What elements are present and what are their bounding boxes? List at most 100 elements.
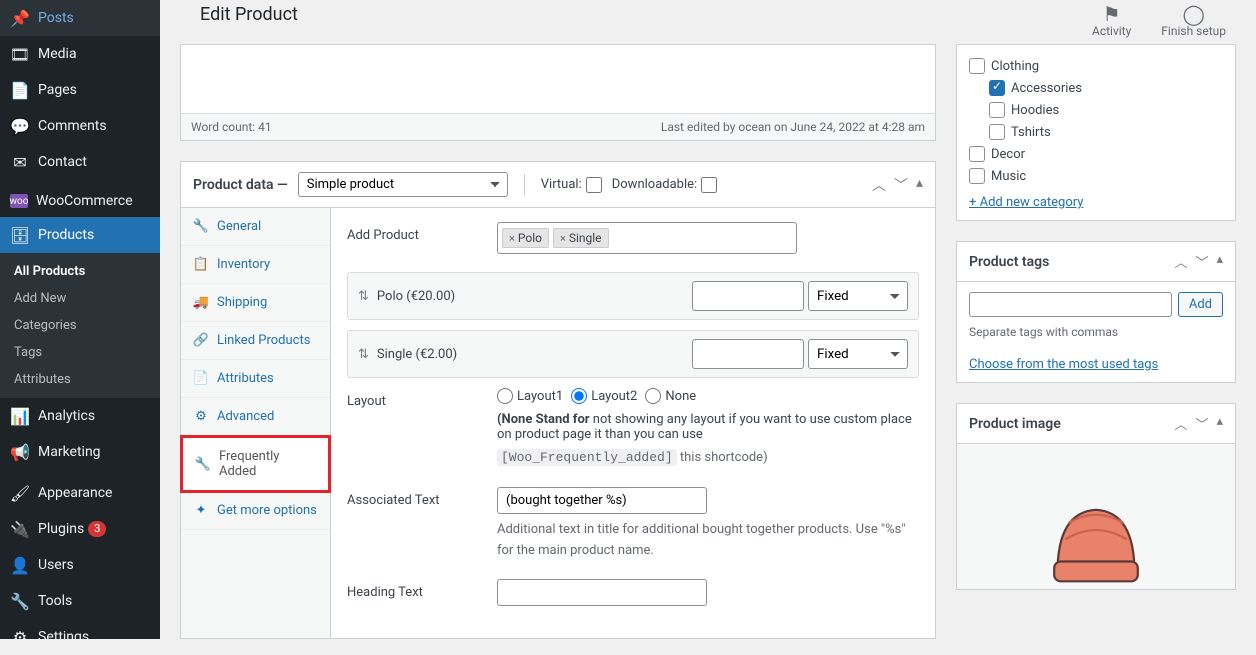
remove-token-icon[interactable]: × (560, 232, 566, 245)
circle-icon: ◯ (1161, 4, 1226, 24)
menu-products[interactable]: 🗄Products (0, 217, 160, 253)
menu-plugins[interactable]: 🔌Plugins3 (0, 511, 160, 547)
layout-option-2[interactable]: Layout2 (571, 388, 637, 404)
caret-up-icon[interactable]: ▴ (916, 175, 923, 195)
activity-button[interactable]: ⚑Activity (1092, 4, 1131, 38)
sparkle-icon: ✦ (193, 503, 209, 518)
chevron-up-icon[interactable]: ︿ (872, 175, 886, 195)
submenu-categories[interactable]: Categories (0, 312, 160, 339)
layout-radio[interactable] (645, 388, 661, 404)
price-row-value-input[interactable] (692, 339, 804, 369)
price-row-type-select[interactable]: Fixed (808, 339, 908, 369)
chevron-down-icon[interactable]: ﹀ (1195, 414, 1208, 433)
menu-media[interactable]: 🎞Media (0, 36, 160, 72)
pin-icon: 📌 (10, 8, 30, 28)
menu-marketing[interactable]: 📢Marketing (0, 434, 160, 470)
layout-radio[interactable] (497, 388, 513, 404)
menu-contact[interactable]: ✉Contact (0, 144, 160, 180)
submenu-attributes[interactable]: Attributes (0, 366, 160, 393)
add-product-input[interactable]: ×Polo ×Single (497, 222, 797, 254)
tab-shipping[interactable]: 🚚Shipping (181, 284, 330, 322)
products-submenu: All Products Add New Categories Tags Att… (0, 253, 160, 398)
product-data-header: Product data — Simple product Virtual: D… (181, 162, 935, 208)
tab-linked-products[interactable]: 🔗Linked Products (181, 322, 330, 360)
page-title: Edit Product (200, 4, 298, 25)
virtual-toggle[interactable]: Virtual: (541, 177, 602, 193)
menu-woocommerce[interactable]: wooWooCommerce (0, 185, 160, 217)
chevron-up-icon[interactable]: ︿ (1174, 252, 1187, 271)
brush-icon: 🖌 (10, 483, 30, 503)
submenu-add-new[interactable]: Add New (0, 285, 160, 312)
associated-text-input[interactable] (497, 487, 707, 514)
category-checkbox[interactable] (969, 58, 985, 74)
menu-comments[interactable]: 💬Comments (0, 108, 160, 144)
admin-sidebar: 📌Posts 🎞Media 📄Pages 💬Comments ✉Contact … (0, 0, 160, 639)
heading-text-input[interactable] (497, 579, 707, 606)
caret-up-icon[interactable]: ▴ (1216, 252, 1223, 271)
layout-option-1[interactable]: Layout1 (497, 388, 563, 404)
menu-posts[interactable]: 📌Posts (0, 0, 160, 36)
product-token[interactable]: ×Single (553, 228, 609, 248)
comment-icon: 💬 (10, 116, 30, 136)
category-checkbox[interactable] (969, 146, 985, 162)
category-checkbox[interactable] (989, 80, 1005, 96)
menu-pages[interactable]: 📄Pages (0, 72, 160, 108)
tab-general[interactable]: 🔧General (181, 208, 330, 246)
layout-option-none[interactable]: None (645, 388, 696, 404)
category-item[interactable]: Hoodies (969, 99, 1223, 121)
category-item[interactable]: Decor (969, 143, 1223, 165)
tab-attributes[interactable]: 📄Attributes (181, 360, 330, 398)
downloadable-toggle[interactable]: Downloadable: (612, 177, 717, 193)
price-row-value-input[interactable] (692, 281, 804, 311)
menu-tools[interactable]: 🔧Tools (0, 583, 160, 619)
add-category-link[interactable]: + Add new category (969, 195, 1083, 210)
archive-icon: 🗄 (10, 225, 30, 245)
category-checkbox[interactable] (989, 102, 1005, 118)
product-image-title: Product image (969, 416, 1061, 432)
chevron-down-icon[interactable]: ﹀ (1195, 252, 1208, 271)
drag-handle-icon[interactable]: ⇅ (358, 347, 369, 362)
category-checkbox[interactable] (989, 124, 1005, 140)
drag-handle-icon[interactable]: ⇅ (358, 289, 369, 304)
tag-input[interactable] (969, 292, 1172, 317)
category-checkbox[interactable] (969, 168, 985, 184)
tab-inventory[interactable]: 📋Inventory (181, 246, 330, 284)
product-image-postbox: Product image ︿ ﹀ ▴ (956, 403, 1236, 590)
product-token[interactable]: ×Polo (502, 228, 549, 248)
tab-advanced[interactable]: ⚙Advanced (181, 398, 330, 436)
menu-users[interactable]: 👤Users (0, 547, 160, 583)
remove-token-icon[interactable]: × (509, 232, 515, 245)
menu-appearance[interactable]: 🖌Appearance (0, 475, 160, 511)
category-item[interactable]: Music (969, 165, 1223, 187)
menu-settings[interactable]: ⚙Settings (0, 619, 160, 655)
layout-note: (None Stand for not showing any layout i… (497, 412, 919, 442)
category-item[interactable]: Clothing (969, 55, 1223, 77)
choose-tags-link[interactable]: Choose from the most used tags (969, 357, 1223, 372)
virtual-checkbox[interactable] (586, 177, 602, 193)
chevron-down-icon[interactable]: ﹀ (894, 175, 908, 195)
add-tag-button[interactable]: Add (1178, 292, 1223, 317)
category-item[interactable]: Accessories (969, 77, 1223, 99)
menu-label: Contact (38, 154, 87, 170)
downloadable-checkbox[interactable] (701, 177, 717, 193)
layout-radio[interactable] (571, 388, 587, 404)
editor-footer: Word count: 41 Last edited by ocean on J… (181, 113, 935, 140)
finish-setup-button[interactable]: ◯Finish setup (1161, 4, 1226, 38)
product-type-select[interactable]: Simple product (298, 172, 508, 197)
category-item[interactable]: Tshirts (969, 121, 1223, 143)
chevron-up-icon[interactable]: ︿ (1174, 414, 1187, 433)
submenu-all-products[interactable]: All Products (0, 258, 160, 285)
product-image-body[interactable] (957, 444, 1235, 589)
caret-up-icon[interactable]: ▴ (1216, 414, 1223, 433)
tab-get-more-options[interactable]: ✦Get more options (181, 492, 330, 530)
tab-frequently-added[interactable]: 🔧Frequently Added (180, 435, 331, 493)
product-price-row: ⇅ Single (€2.00) Fixed (347, 330, 919, 378)
editor-body[interactable] (181, 45, 935, 113)
price-row-type-select[interactable]: Fixed (808, 281, 908, 311)
menu-analytics[interactable]: 📊Analytics (0, 398, 160, 434)
menu-label: Users (38, 557, 74, 573)
topbar: Edit Product ⚑Activity ◯Finish setup (180, 0, 1236, 38)
tags-title: Product tags (969, 254, 1049, 270)
plugin-badge: 3 (88, 521, 106, 537)
submenu-tags[interactable]: Tags (0, 339, 160, 366)
